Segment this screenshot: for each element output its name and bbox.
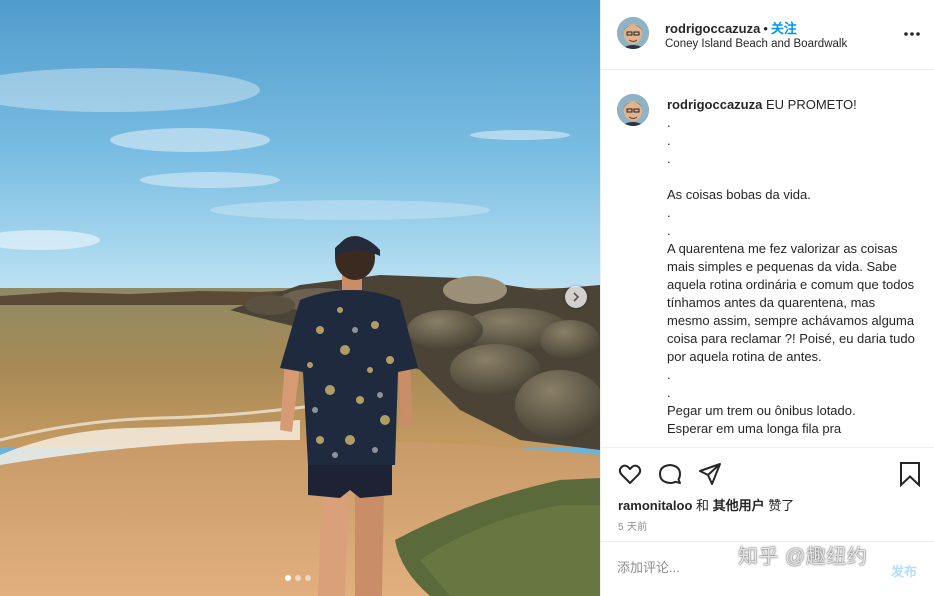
- carousel-dot: [295, 575, 301, 581]
- caption-username-link[interactable]: rodrigoccazuza: [667, 97, 762, 112]
- carousel-indicator: [285, 575, 311, 581]
- separator-dot: •: [763, 21, 768, 36]
- author-username-link[interactable]: rodrigoccazuza: [665, 21, 760, 36]
- comment-button[interactable]: [657, 461, 683, 487]
- post-caption: rodrigoccazuza EU PROMETO! . . . As cois…: [667, 96, 919, 438]
- bookmark-icon: [900, 462, 920, 487]
- beach-photo-image: [0, 0, 600, 596]
- caption-author-avatar[interactable]: [617, 94, 649, 126]
- heart-icon: [618, 464, 642, 484]
- avatar-image: [617, 94, 649, 126]
- comment-icon: [659, 464, 681, 484]
- share-icon: [699, 463, 721, 485]
- location-link[interactable]: Coney Island Beach and Boardwalk: [665, 38, 847, 50]
- like-button[interactable]: [617, 461, 643, 487]
- carousel-dot: [305, 575, 311, 581]
- likes-suffix: 赞了: [764, 498, 795, 513]
- other-likers-link[interactable]: 其他用户: [713, 498, 765, 513]
- follow-button[interactable]: 关注: [771, 21, 797, 36]
- save-button[interactable]: [897, 461, 923, 487]
- liker-username-link[interactable]: ramonitaloo: [618, 498, 692, 513]
- post-photo[interactable]: [0, 0, 600, 596]
- likes-summary: ramonitaloo 和 其他用户 赞了: [618, 495, 794, 514]
- post-comment-button[interactable]: 发布: [891, 561, 917, 580]
- post-details-panel: rodrigoccazuza • 关注 Coney Island Beach and…: [600, 0, 934, 596]
- comment-input[interactable]: [617, 560, 857, 575]
- comment-form: 发布: [601, 541, 934, 596]
- post-timestamp[interactable]: 5 天前: [618, 518, 648, 533]
- carousel-dot-active: [285, 575, 291, 581]
- caption-scroll-area[interactable]: rodrigoccazuza EU PROMETO! . . . As cois…: [601, 71, 934, 447]
- likes-and-text: 和: [692, 498, 713, 513]
- post-header: rodrigoccazuza • 关注 Coney Island Beach and…: [601, 0, 934, 70]
- avatar-image: [617, 17, 649, 49]
- next-image-button[interactable]: [565, 286, 587, 308]
- more-options-icon[interactable]: [902, 26, 922, 42]
- caption-text: EU PROMETO! . . . As coisas bobas da vid…: [667, 97, 915, 436]
- share-button[interactable]: [697, 461, 723, 487]
- author-avatar[interactable]: [617, 17, 649, 49]
- action-bar: [601, 447, 934, 497]
- chevron-right-icon: [573, 292, 580, 302]
- header-username-row: rodrigoccazuza • 关注: [665, 18, 797, 37]
